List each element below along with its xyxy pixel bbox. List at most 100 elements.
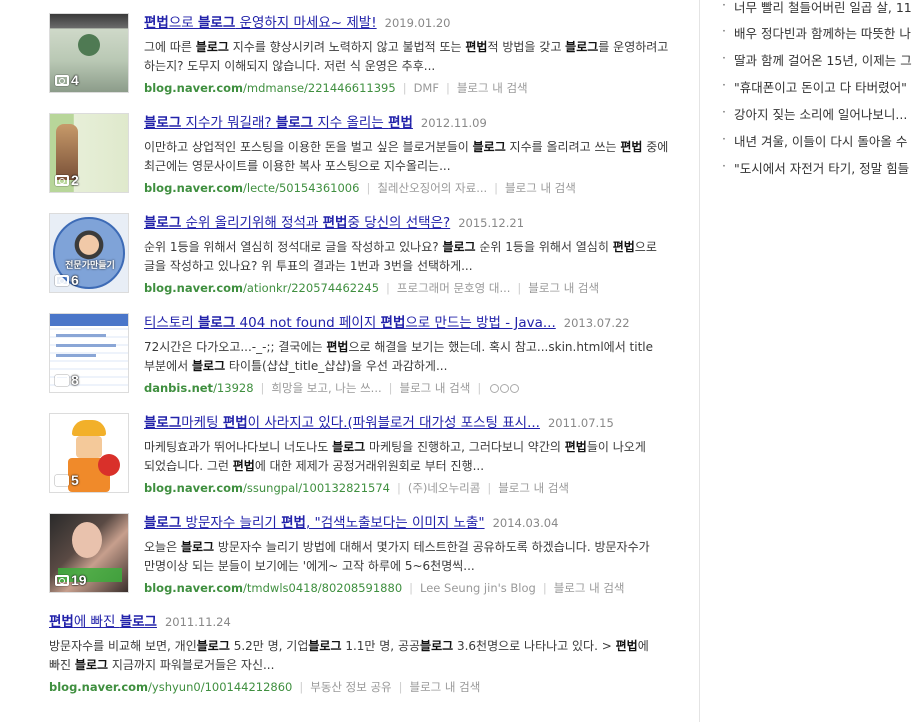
keyword-highlight: 블로그 <box>565 40 599 54</box>
column-divider <box>699 0 700 722</box>
photo-count: 8 <box>55 372 79 388</box>
photo-count: 5 <box>55 472 79 488</box>
result-meta: danbis.net/13928 | 희망을 보고, 나는 쓰... | 블로그 내 검… <box>144 379 669 397</box>
result-snippet: 이만하고 상업적인 포스팅을 이용한 돈을 벌고 싶은 블로거분들이 블로그 지… <box>144 140 669 173</box>
photo-count: 4 <box>55 72 79 88</box>
keyword-highlight: 블로그 <box>144 215 182 231</box>
blog-search-link[interactable]: 블로그 내 검색 <box>400 381 471 395</box>
camera-icon <box>55 174 69 186</box>
result-meta: blog.naver.com/ssungpal/100132821574 | (주)… <box>144 481 569 495</box>
result-thumbnail[interactable]: 4 <box>49 13 129 93</box>
result-date: 2019.01.20 <box>384 16 451 30</box>
keyword-highlight: 블로그 <box>180 540 215 554</box>
keyword-highlight: 블로그 <box>420 639 454 653</box>
keyword-highlight: 편법 <box>144 15 169 31</box>
result-url[interactable]: blog.naver.com/ssungpal/100132821574 <box>144 481 390 495</box>
result-meta: blog.naver.com/tmdwls0418/80208591880 | Le… <box>144 581 625 595</box>
keyword-highlight: 편법 <box>281 515 306 531</box>
blog-source[interactable]: 칠레산오징어의 자료... <box>377 181 487 195</box>
blog-source[interactable]: 프로그래머 문호영 대... <box>397 281 511 295</box>
keyword-highlight: 편법 <box>388 115 413 131</box>
blog-source[interactable]: Lee Seung jin's Blog <box>420 581 536 595</box>
photo-count: 6 <box>55 272 79 288</box>
result-thumbnail[interactable]: 5 <box>49 413 129 493</box>
result-date: 2015.12.21 <box>458 216 525 230</box>
keyword-highlight: 편법 <box>49 614 74 630</box>
blog-source[interactable]: DMF <box>414 81 439 95</box>
result-url[interactable]: blog.naver.com/mdmanse/221446611395 <box>144 81 396 95</box>
camera-icon <box>55 274 69 286</box>
keyword-highlight: 블로그 <box>119 614 157 630</box>
result-title[interactable]: 블로그 방문자수 늘리기 편법, "검색노출보다는 이미지 노출" <box>144 515 485 531</box>
blog-search-link[interactable]: 블로그 내 검색 <box>554 581 625 595</box>
sidebar-link[interactable]: "도시에서 자전거 타기, 정말 힘들 <box>722 158 909 177</box>
result-meta: blog.naver.com/ationkr/220574462245 | 프로그래… <box>144 281 600 295</box>
blog-source[interactable]: (주)네오누리콤 <box>408 481 480 495</box>
result-snippet: 순위 1등을 위해서 열심히 정석대로 글을 작성하고 있나요? 블로그 순위 … <box>144 240 657 273</box>
keyword-highlight: 블로그 <box>144 115 182 131</box>
result-date: 2011.07.15 <box>547 416 614 430</box>
sidebar-link[interactable]: 배우 정다빈과 함께하는 따뜻한 나 <box>722 23 911 42</box>
result-title[interactable]: 블로그마케팅 편법이 사라지고 있다.(파워블로거 대가성 포스팅 표시... <box>144 415 540 431</box>
result-date: 2011.11.24 <box>164 615 231 629</box>
keyword-highlight: 블로그 <box>74 658 109 672</box>
sidebar-link[interactable]: 딸과 함께 걸어온 15년, 이제는 그 <box>722 50 912 69</box>
keyword-highlight: 블로그 <box>472 140 506 154</box>
camera-icon <box>55 474 69 486</box>
result-snippet: 오늘은 블로그 방문자수 늘리기 방법에 대해서 몇가지 테스트한걸 공유하도록… <box>144 540 650 573</box>
blog-search-link[interactable]: 블로그 내 검색 <box>410 680 481 694</box>
keyword-highlight: 편법 <box>380 315 406 331</box>
keyword-highlight: 블로그 <box>191 359 226 373</box>
keyword-highlight: 블로그 <box>332 440 366 454</box>
result-snippet: 방문자수를 비교해 보면, 개인블로그 5.2만 명, 기업블로그 1.1만 명… <box>49 639 649 672</box>
keyword-highlight: 블로그 <box>308 639 342 653</box>
result-title[interactable]: 편법으로 블로그 운영하지 마세요~ 제발! <box>144 15 377 31</box>
camera-icon <box>55 74 69 86</box>
blog-source[interactable]: 부동산 정보 공유 <box>310 680 391 694</box>
keyword-highlight: 블로그 <box>195 40 229 54</box>
keyword-highlight: 블로그 <box>196 639 230 653</box>
keyword-highlight: 블로그 <box>275 115 314 131</box>
result-meta: blog.naver.com/mdmanse/221446611395 | DMF |… <box>144 81 528 95</box>
result-title[interactable]: 블로그 지수가 뭐길래? 블로그 지수 올리는 편법 <box>144 115 413 131</box>
keyword-highlight: 편법 <box>620 140 643 154</box>
camera-icon <box>55 574 69 586</box>
result-thumbnail[interactable]: 8 <box>49 313 129 393</box>
result-title[interactable]: 블로그 순위 올리기위해 정석과 편법중 당신의 선택은? <box>144 215 450 231</box>
search-results: 4 편법으로 블로그 운영하지 마세요~ 제발! 2019.01.20 그에 따른… <box>0 0 699 722</box>
keyword-highlight: 블로그 <box>144 415 182 431</box>
result-url[interactable]: blog.naver.com/yshyun0/100144212860 <box>49 680 292 694</box>
result-snippet: 72시간은 다가오고...-_-;; 결국에는 편법으로 해결을 보기는 했는데… <box>144 340 654 373</box>
blog-search-link[interactable]: 블로그 내 검색 <box>498 481 569 495</box>
keyword-highlight: 편법 <box>232 459 255 473</box>
result-url[interactable]: blog.naver.com/lecte/50154361006 <box>144 181 359 195</box>
sidebar-link[interactable]: "휴대폰이고 돈이고 다 타버렸어" <box>722 77 907 96</box>
result-thumbnail[interactable]: 2 <box>49 113 129 193</box>
result-date: 2014.03.04 <box>492 516 559 530</box>
sidebar-link[interactable]: 강아지 짖는 소리에 일어나보니... <box>722 104 907 123</box>
blog-source[interactable]: 희망을 보고, 나는 쓰... <box>271 381 381 395</box>
blog-search-link[interactable]: 블로그 내 검색 <box>505 181 576 195</box>
camera-icon <box>55 374 69 386</box>
keyword-highlight: 편법 <box>564 440 587 454</box>
keyword-highlight: 블로그 <box>197 315 236 331</box>
keyword-highlight: 편법 <box>326 340 349 354</box>
result-snippet: 마케팅효과가 뛰어나다보니 너도나도 블로그 마케팅을 진행하고, 그러다보니 … <box>144 440 646 473</box>
result-title[interactable]: 편법에 빠진 블로그 <box>49 614 157 630</box>
result-url[interactable]: blog.naver.com/ationkr/220574462245 <box>144 281 379 295</box>
result-thumbnail[interactable]: 19 <box>49 513 129 593</box>
result-url[interactable]: danbis.net/13928 <box>144 381 254 395</box>
sidebar-link[interactable]: 너무 빨리 철들어버린 일곱 살, 11 <box>722 0 912 16</box>
keyword-highlight: 블로그 <box>197 15 236 31</box>
keyword-highlight: 블로그 <box>442 240 476 254</box>
result-title[interactable]: 티스토리 블로그 404 not found 페이지 편법으로 만드는 방법 -… <box>144 315 556 331</box>
photo-count: 19 <box>55 572 87 588</box>
blog-search-link[interactable]: 블로그 내 검색 <box>528 281 599 295</box>
result-url[interactable]: blog.naver.com/tmdwls0418/80208591880 <box>144 581 402 595</box>
keyword-highlight: 편법 <box>615 639 638 653</box>
blog-search-link[interactable]: 블로그 내 검색 <box>457 81 528 95</box>
result-thumbnail[interactable]: 전문가만들기 6 <box>49 213 129 293</box>
keyword-highlight: 편법 <box>465 40 488 54</box>
photo-count: 2 <box>55 172 79 188</box>
sidebar-link[interactable]: 내년 겨울, 이들이 다시 돌아올 수 <box>722 131 907 150</box>
